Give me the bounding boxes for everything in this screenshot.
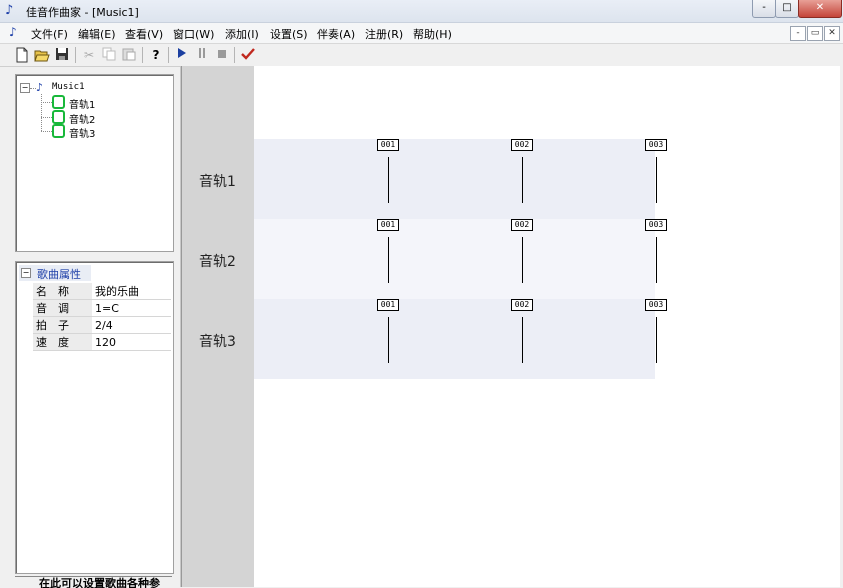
track-band[interactable] — [254, 139, 655, 219]
song-properties-panel: − 歌曲属性 名 称 我的乐曲 音 调 1=C 拍 子 2/4 速 度 120 — [15, 261, 174, 574]
window-title: 佳音作曲家 - [Music1] — [26, 6, 139, 19]
new-file-icon[interactable] — [14, 47, 30, 63]
tree-item-track-2[interactable]: 音轨2 — [69, 111, 95, 126]
help-icon[interactable]: ? — [148, 47, 164, 63]
song-tree-panel: − ♪ Music1 音轨1 音轨2 音轨3 — [15, 74, 174, 252]
property-key: 速 度 — [33, 333, 92, 351]
track-band[interactable] — [254, 219, 655, 299]
measure-number[interactable]: 002 — [511, 139, 533, 151]
app-logo-icon: ♪ — [5, 3, 14, 18]
tree-connector — [41, 131, 52, 132]
property-row[interactable]: 名 称 我的乐曲 — [33, 283, 171, 300]
paste-icon[interactable] — [121, 47, 137, 63]
save-icon[interactable] — [54, 47, 70, 63]
status-hint: 在此可以设置歌曲各种参 — [15, 576, 172, 588]
tree-root-label[interactable]: Music1 — [52, 82, 85, 92]
cut-icon[interactable]: ✂ — [81, 47, 97, 63]
tree-connector — [41, 117, 52, 118]
toolbar-separator — [168, 47, 169, 63]
menu-accompaniment[interactable]: 伴奏(A) — [317, 26, 355, 42]
close-button[interactable]: ✕ — [798, 0, 842, 18]
status-hint-text: 在此可以设置歌曲各种参 — [39, 577, 160, 588]
property-key: 拍 子 — [33, 316, 92, 334]
open-folder-icon[interactable] — [34, 47, 50, 63]
tree-connector — [41, 102, 52, 103]
properties-title: 歌曲属性 — [37, 268, 81, 281]
property-row[interactable]: 速 度 120 — [33, 333, 171, 351]
toolbar: ✂ ? — [0, 44, 843, 67]
menu-bar: ♪ 文件(F) 编辑(E) 查看(V) 窗口(W) 添加(I) 设置(S) 伴奏… — [0, 23, 843, 44]
toolbar-separator — [234, 47, 235, 63]
property-value[interactable]: 1=C — [92, 299, 171, 317]
bar-line[interactable] — [656, 157, 657, 203]
measure-number[interactable]: 003 — [645, 299, 667, 311]
menu-settings[interactable]: 设置(S) — [270, 26, 308, 42]
music-icon: ♪ — [36, 81, 44, 94]
properties-table: 名 称 我的乐曲 音 调 1=C 拍 子 2/4 速 度 120 — [33, 283, 171, 351]
track-icon — [52, 95, 65, 109]
property-row[interactable]: 拍 子 2/4 — [33, 316, 171, 334]
toolbar-separator — [142, 47, 143, 63]
measure-number[interactable]: 002 — [511, 219, 533, 231]
bar-line[interactable] — [656, 237, 657, 283]
menu-view[interactable]: 查看(V) — [125, 26, 163, 42]
mdi-close-button[interactable]: ✕ — [824, 26, 840, 41]
stop-icon[interactable] — [214, 47, 230, 63]
menu-help[interactable]: 帮助(H) — [413, 26, 452, 42]
title-bar: ♪ 佳音作曲家 - [Music1] - □ ✕ — [0, 0, 843, 23]
bar-line[interactable] — [656, 317, 657, 363]
tree-item-track-1[interactable]: 音轨1 — [69, 96, 95, 111]
check-icon[interactable] — [240, 47, 256, 63]
bar-line[interactable] — [522, 237, 523, 283]
bar-line[interactable] — [388, 157, 389, 203]
property-row[interactable]: 音 调 1=C — [33, 299, 171, 317]
property-key: 音 调 — [33, 299, 92, 317]
track-label[interactable]: 音轨3 — [181, 331, 254, 351]
menu-edit[interactable]: 编辑(E) — [78, 26, 116, 42]
track-header-column — [181, 66, 255, 587]
measure-number[interactable]: 003 — [645, 139, 667, 151]
menu-window[interactable]: 窗口(W) — [173, 26, 214, 42]
measure-number[interactable]: 001 — [377, 219, 399, 231]
property-key: 名 称 — [33, 283, 92, 300]
track-icon — [52, 124, 65, 138]
property-value[interactable]: 120 — [92, 333, 171, 351]
measure-number[interactable]: 001 — [377, 299, 399, 311]
track-label[interactable]: 音轨2 — [181, 251, 254, 271]
mdi-minimize-button[interactable]: - — [790, 26, 806, 41]
measure-number[interactable]: 003 — [645, 219, 667, 231]
menu-file[interactable]: 文件(F) — [31, 26, 68, 42]
document-icon[interactable]: ♪ — [9, 25, 17, 39]
menu-add[interactable]: 添加(I) — [225, 26, 259, 42]
copy-icon[interactable] — [101, 47, 117, 63]
toolbar-separator — [75, 47, 76, 63]
measure-number[interactable]: 001 — [377, 139, 399, 151]
minimize-button[interactable]: - — [752, 0, 776, 18]
play-icon[interactable] — [174, 47, 190, 63]
tree-item-track-3[interactable]: 音轨3 — [69, 125, 95, 140]
tree-connector — [41, 94, 42, 131]
property-value[interactable]: 2/4 — [92, 316, 171, 334]
properties-collapse-icon[interactable]: − — [21, 268, 31, 278]
track-icon — [52, 110, 65, 124]
track-label[interactable]: 音轨1 — [181, 171, 254, 191]
track-band[interactable] — [254, 299, 655, 379]
menu-register[interactable]: 注册(R) — [365, 26, 403, 42]
property-value[interactable]: 我的乐曲 — [92, 283, 171, 300]
tree-collapse-icon[interactable]: − — [20, 83, 30, 93]
bar-line[interactable] — [388, 317, 389, 363]
measure-number[interactable]: 002 — [511, 299, 533, 311]
mdi-restore-button[interactable]: ▭ — [807, 26, 823, 41]
properties-header: − 歌曲属性 — [19, 265, 91, 281]
bar-line[interactable] — [522, 157, 523, 203]
maximize-button[interactable]: □ — [775, 0, 799, 18]
bar-line[interactable] — [388, 237, 389, 283]
bar-line[interactable] — [522, 317, 523, 363]
pause-icon[interactable] — [194, 47, 210, 63]
